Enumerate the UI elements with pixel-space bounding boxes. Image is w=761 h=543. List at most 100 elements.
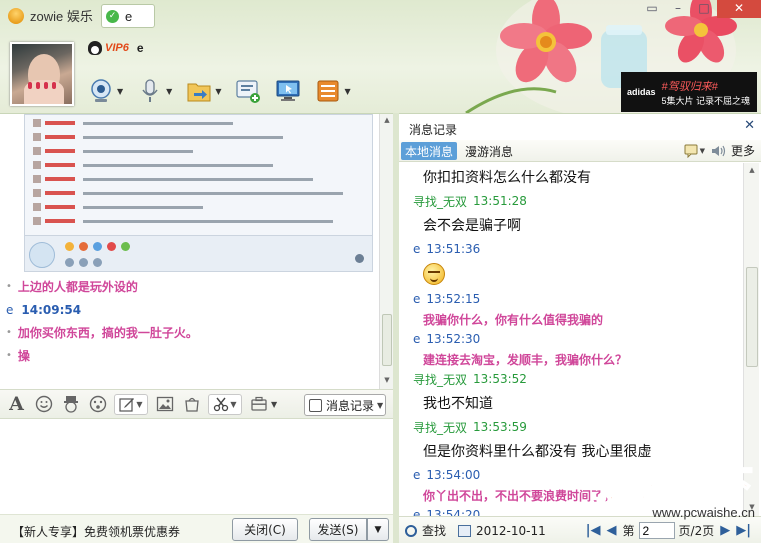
contact-avatar[interactable]: [10, 42, 74, 106]
first-page-icon[interactable]: |◀: [586, 523, 601, 538]
search-icon[interactable]: [405, 524, 417, 537]
scroll-down-arrow[interactable]: ▼: [382, 376, 392, 386]
site-watermark: 批设天下 www.pcwaishe.cn: [594, 454, 755, 520]
message-history-label: 消息记录: [326, 398, 375, 413]
message-input[interactable]: [0, 419, 393, 514]
sender-name: 寻找_无双: [413, 372, 468, 387]
chat-message: • 加你买你东西，搞的我一肚子火。: [6, 326, 198, 340]
sender-name: e: [6, 302, 14, 317]
history-message-text: 你扣扣资料怎么什么都没有: [423, 170, 591, 186]
music-button[interactable]: [181, 394, 202, 415]
microphone-icon: [142, 79, 158, 102]
history-sender-line: e 13:52:30: [413, 329, 743, 349]
page-number-input[interactable]: [638, 522, 675, 539]
font-button[interactable]: A: [6, 393, 27, 415]
app-box-button[interactable]: [248, 394, 269, 415]
scissors-icon: [214, 397, 229, 412]
chat-scrollbar[interactable]: ▲ ▼: [379, 114, 393, 389]
remote-assist-button[interactable]: [275, 78, 301, 104]
emoji-button[interactable]: [33, 394, 54, 415]
shared-screenshot-image[interactable]: [24, 114, 373, 272]
chat-tab[interactable]: ✓ e: [101, 4, 155, 28]
watermark-logo: 批设天下: [594, 462, 755, 508]
ad-headline: #驾驭归来#: [661, 80, 718, 93]
message-time: 13:52:30: [426, 332, 481, 346]
vip-badge[interactable]: VIP6: [105, 42, 129, 54]
ad-subline: 5集大片 记录不屈之魂: [661, 95, 751, 106]
skin-button[interactable]: ▭: [639, 0, 665, 18]
chevron-down-icon[interactable]: ▼: [700, 147, 705, 155]
history-message-text: 会不会是骗子啊: [423, 218, 521, 234]
create-discussion-button[interactable]: [235, 78, 261, 104]
last-page-icon[interactable]: ▶|: [736, 523, 751, 538]
chevron-down-icon[interactable]: ▼: [344, 87, 350, 96]
app-user-icon: [8, 7, 24, 24]
qq-penguin-icon: [88, 41, 102, 55]
page-prefix: 第: [622, 524, 635, 538]
chevron-down-icon[interactable]: ▼: [117, 87, 123, 96]
prev-page-icon[interactable]: ◀: [607, 523, 617, 538]
sender-name: 寻找_无双: [413, 420, 468, 435]
send-file-button[interactable]: ▼: [186, 78, 221, 104]
history-message-text: 建连接去淘宝，发顺丰，我骗你什么？: [423, 352, 628, 367]
chat-message-text: 上边的人都是玩外设的: [17, 280, 138, 294]
close-window-button[interactable]: ✕: [717, 0, 761, 18]
video-call-button[interactable]: ▼: [88, 78, 123, 104]
speaker-icon[interactable]: [711, 144, 727, 158]
app-title: zowie 娱乐: [30, 9, 93, 24]
history-message-text: 我也不知道: [423, 396, 493, 412]
chat-message: • 上边的人都是玩外设的: [6, 280, 138, 294]
send-button[interactable]: 发送(S): [309, 518, 367, 541]
tab-local-messages[interactable]: 本地消息: [401, 142, 458, 160]
sender-name: e: [413, 292, 421, 306]
apps-menu-button[interactable]: ▼: [315, 78, 351, 104]
message-time: 13:53:52: [473, 372, 527, 386]
sticker-button[interactable]: [87, 394, 108, 415]
tab-roaming-messages[interactable]: 漫游消息: [461, 142, 517, 160]
message-time: 14:09:54: [21, 302, 82, 317]
search-button[interactable]: 查找: [422, 522, 446, 539]
image-icon: [156, 396, 173, 412]
more-button[interactable]: 更多: [731, 142, 755, 159]
ad-banner[interactable]: adidas #驾驭归来# 5集大片 记录不屈之魂: [621, 72, 757, 112]
webcam-icon: [91, 79, 111, 102]
scroll-up-arrow[interactable]: ▲: [747, 166, 757, 174]
message-time: 13:53:59: [473, 420, 527, 434]
online-check-icon: ✓: [106, 9, 119, 23]
chevron-down-icon[interactable]: ▼: [377, 401, 383, 410]
chat-message-text: 加你买你东西，搞的我一肚子火。: [17, 326, 198, 340]
chat-message-header: e 14:09:54: [6, 298, 376, 321]
voice-call-button[interactable]: ▼: [137, 78, 172, 104]
history-sender-line: 寻找_无双 13:53:59: [413, 417, 743, 437]
promo-link[interactable]: 【新人专享】免费领机票优惠券: [12, 523, 180, 540]
magic-emoji-button[interactable]: [60, 394, 81, 415]
chat-bottom-bar: 【新人专享】免费领机票优惠券 关闭(C) 发送(S) ▼: [0, 514, 393, 543]
close-history-icon[interactable]: ✕: [744, 118, 755, 133]
history-date[interactable]: 2012-10-11: [476, 524, 546, 538]
scroll-thumb[interactable]: [746, 267, 758, 367]
window-header: zowie 娱乐 ✓ e VIP6 e ▼ ▼ ▼ ▼ ▭ – □ ✕ adid…: [0, 0, 761, 113]
scroll-up-arrow[interactable]: ▲: [382, 116, 392, 126]
maximize-button[interactable]: □: [691, 0, 717, 18]
chat-add-icon: [236, 80, 261, 103]
chat-message: • 操: [6, 349, 30, 363]
history-message: 我也不知道: [413, 389, 743, 417]
history-tools: ▼ 更多: [678, 142, 755, 159]
scroll-thumb[interactable]: [382, 314, 392, 366]
next-page-icon[interactable]: ▶: [720, 523, 730, 538]
close-button[interactable]: 关闭(C): [232, 518, 298, 541]
chevron-down-icon[interactable]: ▼: [166, 87, 172, 96]
send-options-button[interactable]: ▼: [367, 518, 389, 541]
chevron-down-icon[interactable]: ▼: [271, 400, 277, 409]
history-message-text: 你丫出不出，不出不要浪费时间了。: [423, 488, 616, 503]
chevron-down-icon[interactable]: ▼: [215, 87, 221, 96]
watermark-url: www.pcwaishe.cn: [652, 505, 755, 520]
calendar-icon[interactable]: [458, 524, 472, 537]
contact-info: VIP6 e: [88, 41, 144, 55]
message-history-button[interactable]: 消息记录 ▼: [304, 394, 386, 416]
doodle-button[interactable]: ▼: [114, 393, 148, 415]
chat-bubble-icon[interactable]: [684, 144, 700, 158]
minimize-button[interactable]: –: [665, 0, 691, 18]
send-image-button[interactable]: [154, 394, 175, 415]
screenshot-button[interactable]: ▼: [208, 393, 242, 415]
